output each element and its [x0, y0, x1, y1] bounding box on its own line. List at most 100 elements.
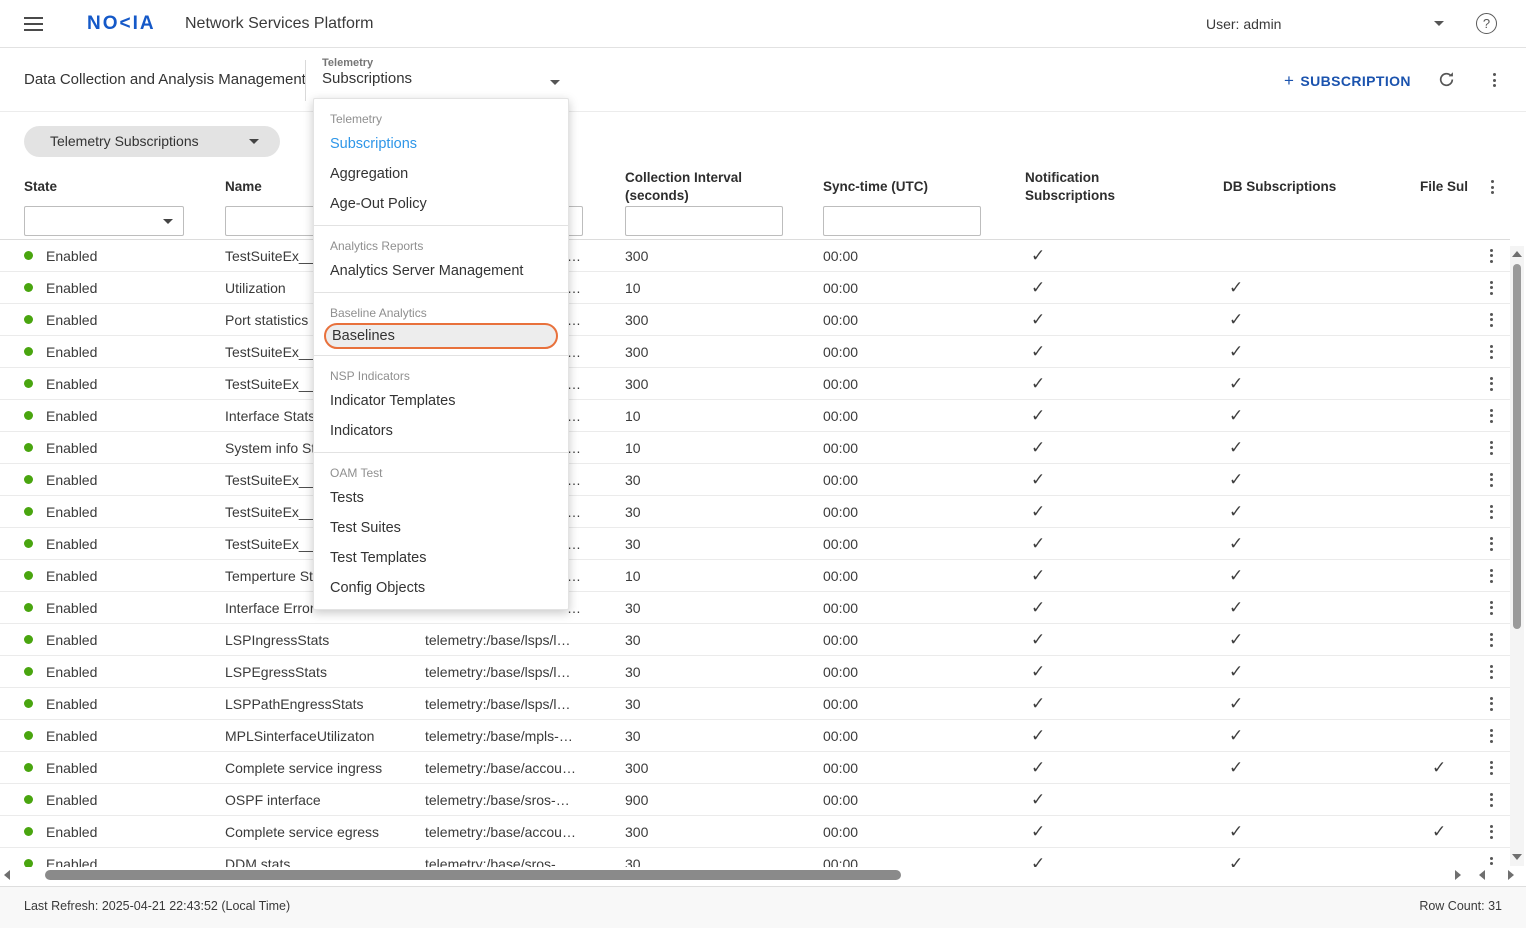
table-row[interactable]: EnabledLSPEgressStatstelemetry:/base/lsp…: [0, 656, 1510, 688]
column-header-sync-time[interactable]: Sync-time (UTC): [823, 168, 1021, 206]
scroll-down-arrow-icon[interactable]: [1512, 854, 1522, 860]
add-subscription-button[interactable]: +SUBSCRIPTION: [1284, 71, 1411, 91]
table-row[interactable]: EnabledInterface Error…3000:00✓✓: [0, 592, 1510, 624]
row-kebab-icon[interactable]: [1482, 471, 1500, 489]
sync-time-cell: 00:00: [823, 816, 1021, 847]
row-kebab-icon[interactable]: [1482, 503, 1500, 521]
row-kebab-icon[interactable]: [1482, 247, 1500, 265]
table-row[interactable]: EnabledComplete service ingresstelemetry…: [0, 752, 1510, 784]
row-kebab-icon[interactable]: [1482, 439, 1500, 457]
table-row[interactable]: EnabledComplete service egresstelemetry:…: [0, 816, 1510, 848]
column-header-notification-subscriptions[interactable]: Notification Subscriptions: [1025, 168, 1155, 206]
table-row[interactable]: EnabledDDM statstelemetry:/base/sros-300…: [0, 848, 1510, 867]
page-left-arrow-icon[interactable]: [1479, 870, 1485, 880]
row-kebab-icon[interactable]: [1482, 695, 1500, 713]
table-row[interactable]: EnabledPort statistics…30000:00✓✓: [0, 304, 1510, 336]
vertical-scrollbar[interactable]: [1510, 246, 1524, 866]
sync-time-cell: 00:00: [823, 336, 1021, 367]
help-icon[interactable]: ?: [1476, 13, 1497, 34]
table-row[interactable]: EnabledTestSuiteEx__…30000:00✓✓: [0, 336, 1510, 368]
table-row[interactable]: EnabledTestSuiteEx__…30000:00✓✓: [0, 368, 1510, 400]
horizontal-scrollbar-thumb[interactable]: [45, 870, 901, 880]
table-row[interactable]: EnabledMPLSinterfaceUtilizatontelemetry:…: [0, 720, 1510, 752]
sync-time-cell: 00:00: [823, 496, 1021, 527]
table-row[interactable]: EnabledTestSuiteEx__…30000:00✓: [0, 240, 1510, 272]
column-header-state[interactable]: State: [24, 168, 222, 206]
dropdown-item-test-templates[interactable]: Test Templates: [314, 543, 568, 573]
table-row[interactable]: EnabledTestSuiteEx__…3000:00✓✓: [0, 464, 1510, 496]
dropdown-item-aggregation[interactable]: Aggregation: [314, 159, 568, 189]
row-kebab-icon[interactable]: [1482, 375, 1500, 393]
table-row[interactable]: EnabledSystem info St…1000:00✓✓: [0, 432, 1510, 464]
row-kebab-icon[interactable]: [1482, 823, 1500, 841]
table-row[interactable]: EnabledLSPPathEngressStatstelemetry:/bas…: [0, 688, 1510, 720]
table-row[interactable]: EnabledTestSuiteEx__…3000:00✓✓: [0, 496, 1510, 528]
row-kebab-icon[interactable]: [1482, 567, 1500, 585]
table-row[interactable]: EnabledTemperture St…1000:00✓✓: [0, 560, 1510, 592]
dropdown-item-age-out-policy[interactable]: Age-Out Policy: [314, 189, 568, 219]
table-row[interactable]: EnabledLSPIngressStatstelemetry:/base/ls…: [0, 624, 1510, 656]
enabled-status-dot-icon: [24, 699, 33, 708]
state-filter-select[interactable]: [24, 206, 184, 236]
state-label: Enabled: [46, 568, 97, 584]
dropdown-item-baselines[interactable]: Baselines: [324, 323, 558, 349]
table-row[interactable]: EnabledUtilization…1000:00✓✓: [0, 272, 1510, 304]
hamburger-menu-icon[interactable]: [24, 17, 43, 31]
row-kebab-icon[interactable]: [1482, 311, 1500, 329]
state-label: Enabled: [46, 376, 97, 392]
dropdown-item-indicators[interactable]: Indicators: [314, 416, 568, 446]
plus-icon: +: [1284, 71, 1294, 90]
check-icon: ✓: [1031, 534, 1045, 554]
row-kebab-icon[interactable]: [1482, 663, 1500, 681]
view-filter-chip[interactable]: Telemetry Subscriptions: [24, 126, 280, 157]
table-row[interactable]: EnabledInterface Stats…1000:00✓✓: [0, 400, 1510, 432]
horizontal-scrollbar[interactable]: [0, 867, 1526, 883]
telemetry-type-cell: telemetry:/base/accou…: [425, 816, 623, 847]
user-menu-label[interactable]: User: admin: [1206, 16, 1281, 32]
page-right-arrow-icon[interactable]: [1508, 870, 1514, 880]
state-cell: Enabled: [24, 432, 222, 463]
check-icon: ✓: [1031, 342, 1045, 362]
column-header-db-subscriptions[interactable]: DB Subscriptions: [1223, 168, 1416, 206]
row-kebab-icon[interactable]: [1482, 407, 1500, 425]
notification-subscriptions-cell: ✓: [1025, 848, 1219, 867]
dropdown-item-analytics-server-management[interactable]: Analytics Server Management: [314, 256, 568, 286]
file-subscriptions-cell: ✓: [1420, 752, 1474, 783]
row-kebab-icon[interactable]: [1482, 631, 1500, 649]
db-subscriptions-cell: ✓: [1223, 848, 1416, 867]
refresh-button[interactable]: [1437, 70, 1456, 94]
file-subscriptions-cell: [1420, 272, 1474, 303]
toolbar-divider: [305, 60, 306, 101]
row-kebab-icon[interactable]: [1482, 279, 1500, 297]
view-picker[interactable]: Telemetry Subscriptions: [322, 57, 568, 87]
row-kebab-icon[interactable]: [1482, 727, 1500, 745]
check-icon: ✓: [1229, 630, 1243, 650]
row-kebab-icon[interactable]: [1482, 535, 1500, 553]
scroll-up-arrow-icon[interactable]: [1512, 251, 1522, 257]
vertical-scrollbar-thumb[interactable]: [1513, 264, 1521, 629]
toolbar-kebab-icon[interactable]: [1485, 71, 1503, 89]
row-kebab-icon[interactable]: [1482, 759, 1500, 777]
user-menu-caret-icon[interactable]: [1434, 21, 1444, 26]
check-icon: ✓: [1432, 822, 1446, 842]
collection-interval-filter-input[interactable]: [625, 206, 783, 236]
column-header-collection-interval[interactable]: Collection Interval (seconds): [625, 168, 755, 206]
dropdown-item-config-objects[interactable]: Config Objects: [314, 573, 568, 603]
row-kebab-icon[interactable]: [1482, 343, 1500, 361]
dropdown-item-indicator-templates[interactable]: Indicator Templates: [314, 386, 568, 416]
dropdown-section: TelemetrySubscriptionsAggregationAge-Out…: [314, 99, 568, 219]
dropdown-item-test-suites[interactable]: Test Suites: [314, 513, 568, 543]
scroll-left-arrow-icon[interactable]: [4, 870, 10, 880]
dropdown-item-subscriptions[interactable]: Subscriptions: [314, 129, 568, 159]
scroll-right-arrow-icon[interactable]: [1455, 870, 1461, 880]
row-kebab-icon[interactable]: [1482, 855, 1500, 868]
sync-time-filter-input[interactable]: [823, 206, 981, 236]
table-row[interactable]: EnabledOSPF interfacetelemetry:/base/sro…: [0, 784, 1510, 816]
table-row[interactable]: EnabledTestSuiteEx__…3000:00✓✓: [0, 528, 1510, 560]
column-settings-kebab-icon[interactable]: [1483, 178, 1501, 196]
row-kebab-icon[interactable]: [1482, 599, 1500, 617]
dropdown-item-tests[interactable]: Tests: [314, 483, 568, 513]
row-kebab-icon[interactable]: [1482, 791, 1500, 809]
column-header-file-subscriptions[interactable]: File Sul: [1420, 168, 1474, 206]
status-footer: Last Refresh: 2025-04-21 22:43:52 (Local…: [0, 886, 1526, 928]
